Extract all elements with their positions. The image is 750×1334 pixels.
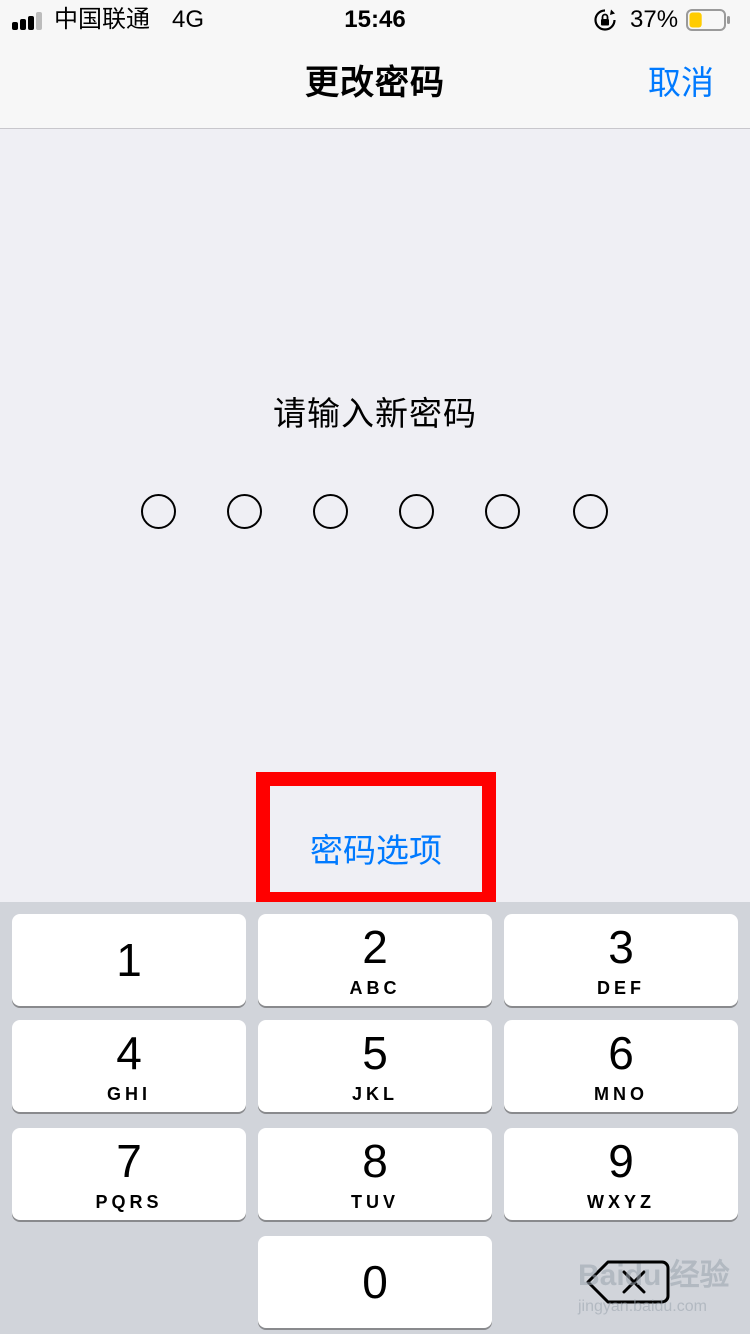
key-digit: 6 — [608, 1027, 634, 1079]
battery-percent: 37% — [630, 6, 679, 33]
passcode-dot — [313, 494, 348, 529]
status-bar: 中国联通 4G 15:46 37% — [0, 0, 750, 40]
key-digit: 5 — [362, 1027, 388, 1079]
key-digit: 8 — [362, 1135, 388, 1187]
passcode-dot — [573, 494, 608, 529]
watermark-brand: Baidu 经验 — [578, 1259, 730, 1292]
key-digit: 3 — [608, 921, 634, 973]
passcode-dot — [485, 494, 520, 529]
key-8[interactable]: 8 TUV — [258, 1128, 492, 1220]
key-letters: GHI — [106, 1084, 151, 1104]
passcode-prompt: 请输入新密码 — [273, 395, 477, 432]
key-9[interactable]: 9 WXYZ — [504, 1128, 738, 1220]
key-letters: DEF — [597, 978, 645, 998]
cancel-button[interactable]: 取消 — [648, 62, 714, 104]
battery-icon — [686, 9, 730, 31]
key-2[interactable]: 2 ABC — [258, 914, 492, 1006]
page-title: 更改密码 — [305, 64, 445, 102]
key-7[interactable]: 7 PQRS — [12, 1128, 246, 1220]
key-digit: 1 — [116, 934, 142, 986]
key-5[interactable]: 5 JKL — [258, 1020, 492, 1112]
key-digit: 4 — [116, 1027, 142, 1079]
key-letters: MNO — [594, 1084, 648, 1104]
key-4[interactable]: 4 GHI — [12, 1020, 246, 1112]
key-letters: ABC — [349, 978, 401, 998]
key-6[interactable]: 6 MNO — [504, 1020, 738, 1112]
key-3[interactable]: 3 DEF — [504, 914, 738, 1006]
key-0[interactable]: 0 — [258, 1236, 492, 1328]
key-digit: 0 — [362, 1256, 388, 1308]
watermark: Baidu 经验 jingyan.baidu.com — [578, 1258, 748, 1322]
key-letters: JKL — [351, 1084, 398, 1104]
key-1[interactable]: 1 — [12, 914, 246, 1006]
key-digit: 2 — [362, 921, 388, 973]
navigation-bar: 更改密码 取消 — [0, 40, 750, 129]
key-letters: WXYZ — [587, 1192, 655, 1212]
passcode-dot — [399, 494, 434, 529]
watermark-url: jingyan.baidu.com — [578, 1298, 707, 1315]
passcode-dot — [141, 494, 176, 529]
passcode-options-button[interactable]: 密码选项 — [270, 830, 482, 872]
key-letters: PQRS — [95, 1192, 163, 1212]
passcode-dot — [227, 494, 262, 529]
key-letters: TUV — [351, 1192, 399, 1212]
key-digit: 7 — [116, 1135, 142, 1187]
key-digit: 9 — [608, 1135, 634, 1187]
passcode-options-highlight: 密码选项 — [256, 772, 496, 906]
passcode-dots — [0, 494, 750, 534]
rotation-lock-icon — [594, 9, 616, 31]
